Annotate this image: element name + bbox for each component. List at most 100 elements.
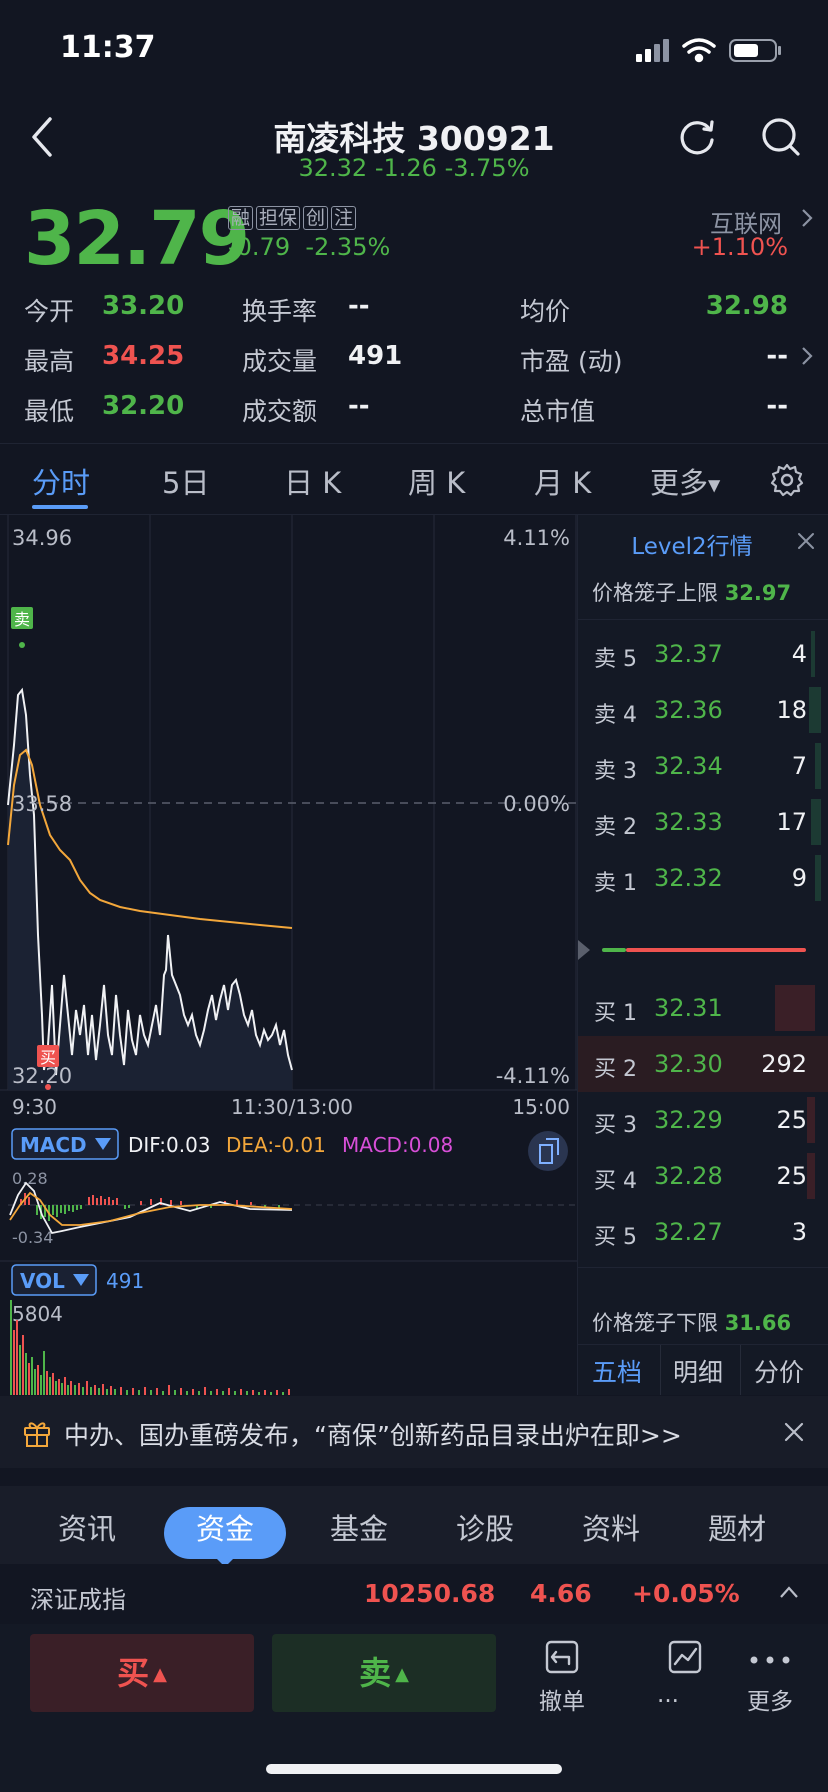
stat-label-pe: 市盈 (动): [520, 347, 623, 376]
tab-monthly-k[interactable]: 月 K: [534, 460, 591, 502]
cancel-order-label[interactable]: 撤单: [522, 1682, 602, 1716]
lower-limit-value: 31.66: [724, 1311, 792, 1335]
ask-vol-bar: [809, 687, 821, 733]
upper-limit: 价格笼子上限 32.97: [592, 577, 791, 607]
sector-pct: +1.10%: [691, 233, 788, 261]
bid-vol: 3: [791, 1218, 807, 1246]
caret-down-icon: ▼: [708, 475, 721, 495]
ask-label: 卖 3: [594, 759, 637, 784]
tab-topics[interactable]: 题材: [708, 1506, 766, 1548]
ask-row-2[interactable]: 卖 2 32.33 17: [578, 794, 828, 850]
tab-profile[interactable]: 资料: [582, 1506, 640, 1548]
macd-label: MACD: [20, 1133, 87, 1157]
news-banner[interactable]: 中办、国办重磅发布，“商保”创新药品目录出炉在即>>: [0, 1396, 828, 1468]
index-name: 深证成指: [30, 1586, 126, 1614]
status-icons: [636, 38, 781, 63]
bid-row-4[interactable]: 买 4 32.28 25: [578, 1148, 828, 1204]
upper-limit-label: 价格笼子上限: [592, 581, 718, 605]
macd-value: MACD:0.08: [342, 1133, 453, 1157]
stat-value-open: 33.20: [102, 291, 185, 321]
ask-row-1[interactable]: 卖 1 32.32 9: [578, 850, 828, 906]
stat-value-amount: --: [348, 391, 370, 421]
level2-title: Level2行情: [631, 534, 753, 560]
tab-underline: [32, 505, 88, 509]
bid-row-2[interactable]: 买 2 32.30 292: [578, 1036, 828, 1092]
tab-intraday[interactable]: 分时: [32, 460, 90, 502]
tab-news[interactable]: 资讯: [58, 1506, 116, 1548]
stat-value-volume: 491: [348, 341, 403, 371]
tab-more[interactable]: 更多▼: [650, 460, 720, 502]
bid-row-5[interactable]: 买 5 32.27 3: [578, 1204, 828, 1260]
ask-price: 32.36: [654, 696, 723, 724]
l2-tab-price-dist[interactable]: 分价: [754, 1353, 804, 1389]
buy-button[interactable]: 买 ▲: [30, 1634, 254, 1712]
divider: [578, 1267, 828, 1268]
bid-vol-bar: [807, 1153, 815, 1199]
current-price: 32.79: [24, 196, 250, 282]
bid-label: 买 4: [594, 1169, 637, 1194]
price-axis-top: 34.96: [12, 526, 72, 550]
bid-label: 买 3: [594, 1113, 637, 1138]
bid-price: 32.27: [654, 1218, 723, 1246]
more-label[interactable]: 更多: [730, 1682, 810, 1716]
pct-axis-top: 4.11%: [503, 526, 570, 550]
ask-price: 32.33: [654, 808, 723, 836]
sell-button[interactable]: 卖 ▲: [272, 1634, 496, 1712]
tab-diagnosis[interactable]: 诊股: [456, 1506, 514, 1548]
bid-price: 32.30: [654, 1050, 723, 1078]
ask-label: 卖 5: [594, 647, 637, 672]
bid-vol: 292: [761, 1050, 807, 1078]
chart-tool-icon[interactable]: [666, 1638, 706, 1676]
stat-label-low: 最低: [24, 397, 75, 426]
chevron-right-icon[interactable]: [800, 207, 814, 229]
gear-icon[interactable]: [770, 463, 804, 497]
stat-label-turnover: 换手率: [242, 297, 318, 326]
price-change: -0.79 -2.35%: [228, 233, 390, 261]
l2-tab-five-levels[interactable]: 五档: [592, 1353, 642, 1389]
ask-row-3[interactable]: 卖 3 32.34 7: [578, 738, 828, 794]
pct-axis-mid: 0.00%: [503, 792, 570, 816]
ask-price: 32.32: [654, 864, 723, 892]
sell-label: 卖: [359, 1654, 392, 1692]
tag-collateral: 担保: [256, 206, 301, 230]
tab-daily-k[interactable]: 日 K: [284, 460, 341, 502]
banner-text: 中办、国办重磅发布，“商保”创新药品目录出炉在即>>: [64, 1421, 682, 1450]
index-pct: +0.05%: [632, 1579, 740, 1608]
macd-axis-top: 0.28: [12, 1169, 48, 1188]
index-strip[interactable]: 深证成指 10250.68 4.66 +0.05%: [0, 1564, 828, 1624]
stat-value-high: 34.25: [102, 341, 185, 371]
lower-limit-label: 价格笼子下限: [592, 1311, 718, 1335]
ask-row-4[interactable]: 卖 4 32.36 18: [578, 682, 828, 738]
tab-more-label: 更多: [650, 466, 709, 500]
sell-marker-text: 卖: [14, 610, 30, 629]
ask-row-5[interactable]: 卖 5 32.37 4: [578, 626, 828, 682]
change-value: -0.79: [228, 233, 291, 261]
wifi-icon: [682, 38, 716, 63]
stat-value-turnover: --: [348, 291, 370, 321]
more-dots-icon[interactable]: [748, 1654, 792, 1666]
divider: [740, 1345, 741, 1395]
ask-vol: 4: [791, 640, 807, 668]
chevron-up-icon[interactable]: [778, 1584, 800, 1600]
chevron-right-icon[interactable]: [800, 345, 814, 367]
intraday-chart[interactable]: 卖 买 34.96 33.58 32.20 4.11% 0.00% -4.11%…: [0, 515, 577, 1395]
cancel-order-icon[interactable]: [542, 1638, 582, 1676]
stat-label-mktcap: 总市值: [520, 397, 596, 426]
chart-tool-label[interactable]: ...: [628, 1682, 708, 1708]
l2-tab-details[interactable]: 明细: [673, 1353, 723, 1389]
refresh-icon[interactable]: [676, 116, 718, 158]
ask-vol-bar: [815, 743, 821, 789]
bid-row-1[interactable]: 买 1 32.31 53: [578, 980, 828, 1036]
rotate-button[interactable]: [528, 1131, 568, 1171]
tab-fund[interactable]: 基金: [330, 1506, 388, 1548]
close-icon[interactable]: [794, 529, 818, 553]
search-icon[interactable]: [760, 116, 802, 158]
buy-label: 买: [117, 1654, 150, 1692]
stock-subtitle: 32.32 -1.26 -3.75%: [0, 154, 828, 182]
bid-row-3[interactable]: 买 3 32.29 25: [578, 1092, 828, 1148]
close-icon[interactable]: [782, 1420, 806, 1444]
tab-5day[interactable]: 5日: [162, 460, 209, 502]
tab-capital[interactable]: 资金: [196, 1506, 254, 1548]
bid-vol-bar: [807, 1097, 815, 1143]
tab-weekly-k[interactable]: 周 K: [408, 460, 465, 502]
